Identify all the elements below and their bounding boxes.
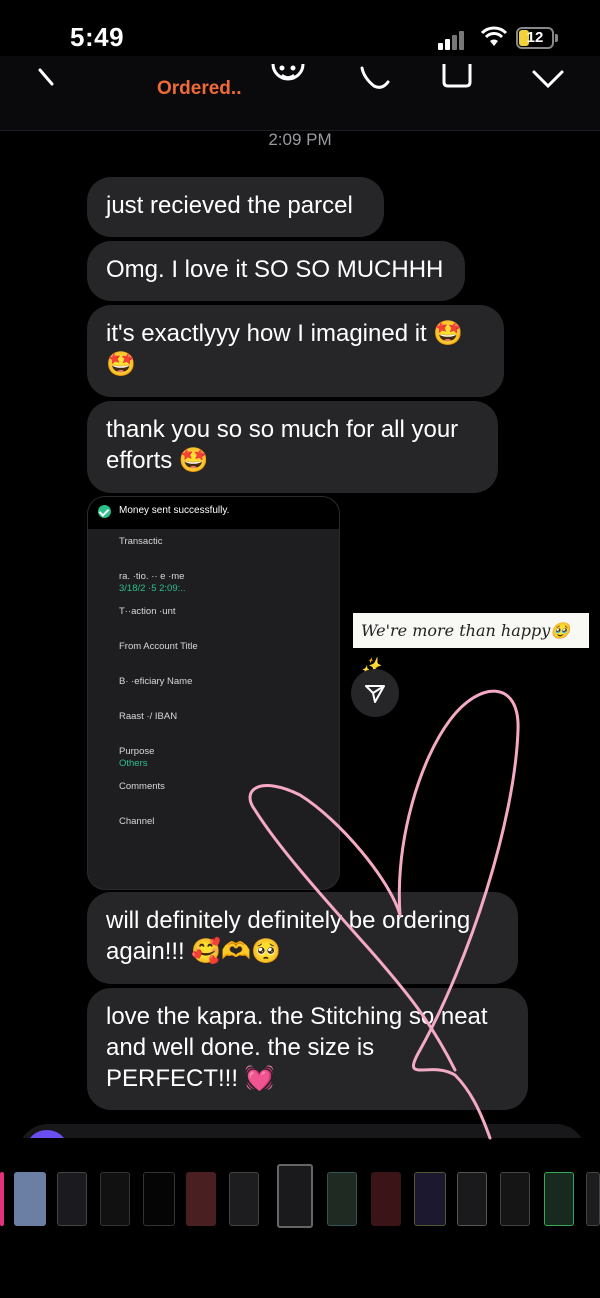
thumbnail[interactable] xyxy=(457,1172,487,1226)
thumbnail[interactable] xyxy=(186,1172,216,1226)
screenshot-row: B· ·eficiary Name xyxy=(119,676,193,687)
thumbnail-selected[interactable] xyxy=(277,1164,313,1228)
share-button[interactable] xyxy=(351,669,399,717)
screenshot-row: Others xyxy=(119,758,148,769)
message-bubble[interactable]: Omg. I love it SO SO MUCHHH xyxy=(87,241,465,301)
message-text: thank you so so much for all your effort… xyxy=(106,416,459,474)
cellular-signal-icon xyxy=(438,30,468,50)
back-chevron-icon[interactable] xyxy=(36,66,60,90)
thumbnail[interactable] xyxy=(143,1172,175,1226)
status-time: 5:49 xyxy=(70,22,125,52)
message-text: love the kapra. the Stitching so neat an… xyxy=(106,1003,488,1092)
payment-screenshot-image[interactable]: Money sent successfully. Transactic ra. … xyxy=(87,496,340,890)
message-text: it's exactlyyy how I imagined it 🤩 🤩 xyxy=(106,320,464,378)
thumbnail[interactable] xyxy=(0,1172,4,1226)
text-sticker[interactable]: We're more than happy🥹✨ xyxy=(353,613,589,675)
screenshot-row: ra. ·tio. ·· e ·me xyxy=(119,571,185,582)
wifi-icon xyxy=(480,26,508,46)
screenshot-row: Comments xyxy=(119,781,165,792)
battery-nub xyxy=(555,34,558,42)
screenshot-row: Transactic xyxy=(119,536,163,547)
message-text: Omg. I love it SO SO MUCHHH xyxy=(106,256,444,283)
message-bubble[interactable]: just recieved the parcel xyxy=(87,177,384,237)
battery-icon: 12 xyxy=(516,27,554,49)
screenshot-row: 3/18/2 ·5 2:09:.. xyxy=(119,583,186,594)
chevron-down-icon[interactable] xyxy=(530,68,566,90)
chat-title[interactable]: Ordered.. xyxy=(157,78,241,100)
check-icon xyxy=(98,505,111,518)
message-bubble[interactable]: will definitely definitely be ordering a… xyxy=(87,892,518,984)
screenshot-header: Money sent successfully. xyxy=(88,497,339,529)
message-timestamp: 2:09 PM xyxy=(268,130,332,149)
thumbnail[interactable] xyxy=(14,1172,46,1226)
message-bubble[interactable]: thank you so so much for all your effort… xyxy=(87,401,498,493)
thumbnail[interactable] xyxy=(327,1172,357,1226)
thumbnail[interactable] xyxy=(371,1172,401,1226)
thumbnail[interactable] xyxy=(544,1172,574,1226)
screenshot-row: T··action ·unt xyxy=(119,606,176,617)
screenshot-row: Raast ·/ IBAN xyxy=(119,711,178,722)
thumbnail[interactable] xyxy=(100,1172,130,1226)
message-text: will definitely definitely be ordering a… xyxy=(106,907,471,965)
thumbnail[interactable] xyxy=(586,1172,600,1226)
message-text: just recieved the parcel xyxy=(106,192,353,219)
thumbnail[interactable] xyxy=(57,1172,87,1226)
video-icon[interactable] xyxy=(440,56,480,90)
chat-header: Ordered.. xyxy=(0,56,600,131)
thumbnail[interactable] xyxy=(414,1172,446,1226)
screenshot-title: Money sent successfully. xyxy=(119,505,230,516)
smiley-icon[interactable] xyxy=(270,56,306,86)
battery-level: 12 xyxy=(526,29,544,46)
screenshot-row: Purpose xyxy=(119,746,155,757)
share-icon xyxy=(365,685,385,703)
message-bubble[interactable]: it's exactlyyy how I imagined it 🤩 🤩 xyxy=(87,305,504,397)
thumbnail[interactable] xyxy=(500,1172,530,1226)
screenshot-row: Channel xyxy=(119,816,155,827)
message-bubble[interactable]: love the kapra. the Stitching so neat an… xyxy=(87,988,528,1110)
screenshot-row: From Account Title xyxy=(119,641,198,652)
phone-icon[interactable] xyxy=(358,56,392,90)
thumbnail[interactable] xyxy=(229,1172,259,1226)
